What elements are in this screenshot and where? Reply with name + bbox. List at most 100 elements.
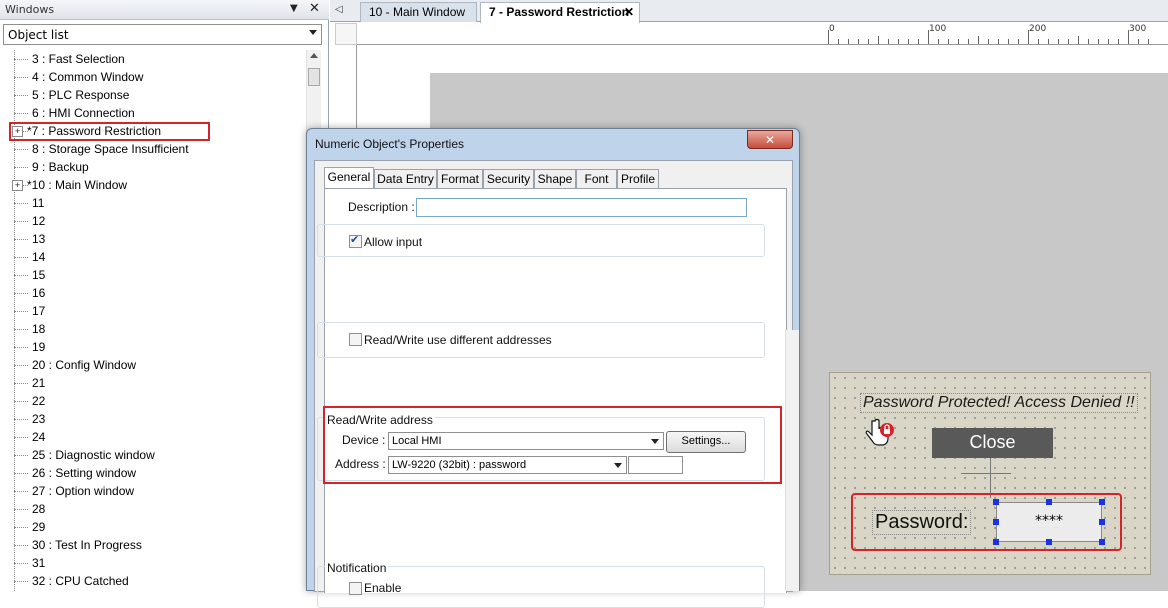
tree-item[interactable]: 16: [5, 284, 305, 302]
tab-general[interactable]: General: [324, 167, 374, 189]
tree-item[interactable]: 17: [5, 302, 305, 320]
ruler-tick: [1108, 39, 1109, 44]
tree-connector: [14, 203, 28, 204]
enable-label[interactable]: Enable: [364, 581, 401, 595]
dialog-title: Numeric Object's Properties: [315, 137, 465, 151]
tree-item-label: 31: [32, 556, 46, 570]
tree-item[interactable]: 19: [5, 338, 305, 356]
tab-scroll-left-icon[interactable]: ◁: [335, 4, 343, 15]
tree-item[interactable]: 3 : Fast Selection: [5, 50, 305, 68]
panel-title: Windows: [5, 3, 55, 16]
tree-item[interactable]: 28: [5, 500, 305, 518]
allow-input-checkbox[interactable]: [349, 233, 362, 248]
object-list-value: Object list: [8, 28, 69, 42]
lock-hand-icon[interactable]: [864, 417, 894, 451]
tree-item-label: 30 : Test In Progress: [32, 538, 142, 552]
ruler-tick: [1088, 39, 1089, 44]
tree-item[interactable]: 26 : Setting window: [5, 464, 305, 482]
tree-item-label: 24: [32, 430, 46, 444]
tree-connector: [14, 401, 28, 402]
tab-label: 10 - Main Window: [369, 5, 466, 19]
ruler-tick: [938, 39, 939, 44]
tree-item[interactable]: 4 : Common Window: [5, 68, 305, 86]
tree-item[interactable]: 15: [5, 266, 305, 284]
rw-address-highlight: [323, 406, 782, 484]
tree-item[interactable]: 5 : PLC Response: [5, 86, 305, 104]
tree-item[interactable]: 8 : Storage Space Insufficient: [5, 140, 305, 158]
tree-connector: [14, 527, 28, 528]
password-field-highlight: [851, 493, 1122, 551]
tab-shape[interactable]: Shape: [534, 169, 576, 188]
tree-item[interactable]: 12: [5, 212, 305, 230]
panel-dropdown-icon[interactable]: ▼: [290, 3, 298, 14]
tab-font[interactable]: Font: [576, 169, 617, 188]
tree-item-label: 29: [32, 520, 46, 534]
tree-item[interactable]: + *10 : Main Window: [5, 176, 305, 194]
tab-password-restriction[interactable]: 7 - Password Restriction ✕: [480, 2, 640, 23]
tree-item[interactable]: 20 : Config Window: [5, 356, 305, 374]
panel-close-icon[interactable]: ✕: [309, 1, 320, 16]
tree-item[interactable]: 23: [5, 410, 305, 428]
tree-item-label: 19: [32, 340, 46, 354]
tree-item[interactable]: 22: [5, 392, 305, 410]
numeric-object-properties-dialog: Numeric Object's Properties ✕ General Da…: [306, 128, 800, 608]
ruler-tick: [888, 39, 889, 44]
tree-item[interactable]: 24: [5, 428, 305, 446]
allow-input-label[interactable]: Allow input: [364, 235, 422, 249]
tree-connector: [14, 347, 28, 348]
ruler-tick: [1058, 39, 1059, 44]
tree-connector: [14, 167, 28, 168]
tree-item[interactable]: 9 : Backup: [5, 158, 305, 176]
ruler-tick: [858, 39, 859, 44]
tree-connector: [14, 581, 28, 582]
tree-connector: [14, 257, 28, 258]
ruler-tick: [1078, 36, 1079, 44]
tab-profile[interactable]: Profile: [617, 169, 659, 188]
tab-format[interactable]: Format: [437, 169, 483, 188]
windows-panel: Windows ▼ ✕ Object list 3 : Fast Selecti…: [0, 0, 329, 591]
tree-connector: [14, 545, 28, 546]
tree-item[interactable]: 25 : Diagnostic window: [5, 446, 305, 464]
rw-different-label[interactable]: Read/Write use different addresses: [364, 333, 552, 347]
close-tab-icon[interactable]: ✕: [624, 3, 634, 22]
ruler-label: 300: [1129, 24, 1147, 34]
tree-item[interactable]: 27 : Option window: [5, 482, 305, 500]
tree-item[interactable]: 11: [5, 194, 305, 212]
tree-item-label: 11: [32, 196, 45, 210]
tab-data-entry[interactable]: Data Entry: [374, 169, 437, 188]
enable-checkbox[interactable]: [349, 582, 362, 595]
tree-item[interactable]: 32 : CPU Catched: [5, 572, 305, 590]
ruler-tick: [998, 39, 999, 44]
tree-connector: [14, 365, 28, 366]
tree-item[interactable]: 31: [5, 554, 305, 572]
close-button[interactable]: Close: [932, 428, 1053, 458]
scroll-thumb[interactable]: [308, 68, 320, 86]
tab-main-window[interactable]: 10 - Main Window: [360, 2, 477, 22]
tree-item[interactable]: 14: [5, 248, 305, 266]
tree-item[interactable]: 18: [5, 320, 305, 338]
rw-different-checkbox[interactable]: [349, 333, 362, 346]
ruler-tick: [968, 39, 969, 44]
tree-item-label: 32 : CPU Catched: [32, 574, 129, 588]
tree-item-label: *10 : Main Window: [27, 178, 128, 192]
ruler-tick: [1008, 39, 1009, 44]
object-list-dropdown[interactable]: Object list: [3, 24, 322, 45]
dialog-close-button[interactable]: ✕: [747, 130, 793, 149]
tree-item[interactable]: 6 : HMI Connection: [5, 104, 305, 122]
ruler-tick: [838, 39, 839, 44]
ruler-tick: [918, 39, 919, 44]
tree-item[interactable]: 21: [5, 374, 305, 392]
tree-item[interactable]: 29: [5, 518, 305, 536]
tree-item[interactable]: 13: [5, 230, 305, 248]
description-input[interactable]: [416, 198, 747, 217]
access-denied-text[interactable]: Password Protected! Access Denied !!: [860, 393, 1138, 413]
horizontal-ruler: 0 100 200 300: [357, 23, 1168, 45]
tab-security[interactable]: Security: [483, 169, 534, 188]
ruler-tick: [1068, 39, 1069, 44]
tree-item-label: 6 : HMI Connection: [32, 106, 135, 120]
expand-icon[interactable]: +: [12, 180, 23, 191]
tree-item[interactable]: 30 : Test In Progress: [5, 536, 305, 554]
dialog-scrollbar[interactable]: [785, 330, 799, 591]
scroll-up-icon[interactable]: [310, 53, 318, 58]
ruler-tick: [908, 39, 909, 44]
